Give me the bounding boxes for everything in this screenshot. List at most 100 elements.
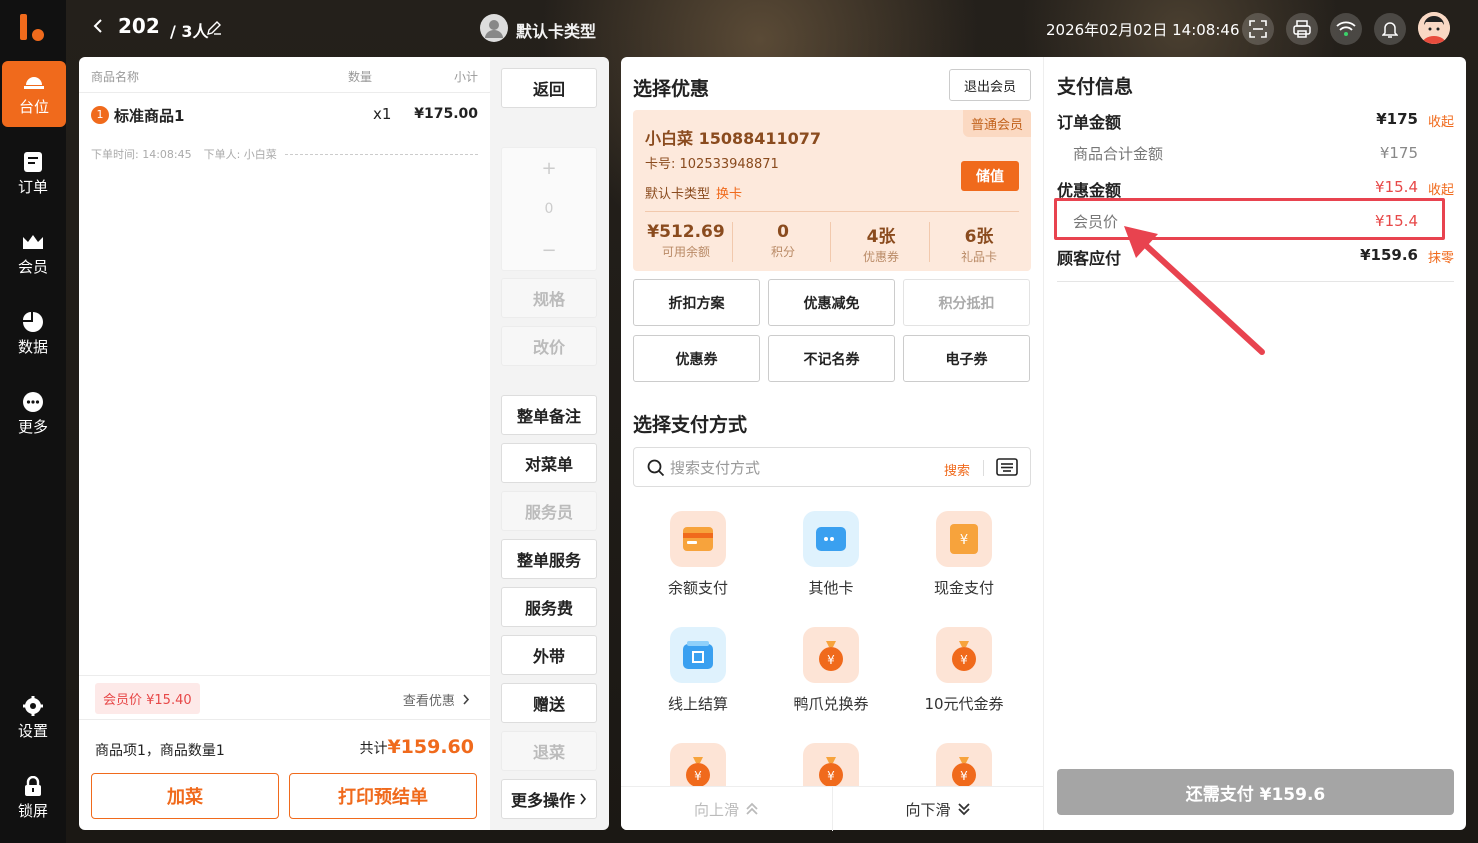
gear-icon — [22, 695, 44, 716]
payment-info-divider — [1057, 281, 1454, 282]
column-subtotal: 小计 — [453, 70, 478, 84]
stat-balance[interactable]: ¥512.69 可用余额 — [637, 222, 735, 260]
change-price-button[interactable]: 改价 — [501, 326, 597, 366]
scroll-controls: 向上滑 向下滑 — [621, 786, 1043, 831]
pay-method-partial[interactable]: ¥ — [766, 743, 896, 787]
pay-method-duck-voucher[interactable]: ¥ 鸭爪兑换券 — [766, 627, 896, 714]
cash-icon: ¥ — [936, 511, 992, 567]
member-name-phone: 小白菜 15088411077 — [645, 129, 822, 148]
pay-method-cash[interactable]: ¥ 现金支付 — [899, 511, 1029, 598]
edit-icon[interactable] — [206, 20, 222, 40]
collapse-order-button[interactable]: 收起 — [1428, 111, 1454, 130]
sidebar-item-label: 更多 — [17, 417, 48, 436]
waiter-button[interactable]: 服务员 — [501, 491, 597, 531]
collapse-discount-button[interactable]: 收起 — [1428, 179, 1454, 198]
stat-coupons[interactable]: 4张 优惠券 — [832, 222, 930, 265]
discount-section-title: 选择优惠 — [633, 78, 710, 100]
stat-points[interactable]: 0 积分 — [734, 222, 832, 260]
add-dish-button[interactable]: 加菜 — [91, 773, 279, 819]
pay-remaining-button[interactable]: 还需支付 ¥159.6 — [1057, 769, 1454, 815]
gift-button[interactable]: 赠送 — [501, 683, 597, 723]
user-avatar[interactable] — [1418, 12, 1450, 44]
member-card-type-row: 默认卡类型 换卡 — [645, 183, 742, 202]
customer-due-row: 顾客应付 ¥159.6 抹零 — [1057, 245, 1454, 268]
discount-plan-button[interactable]: 折扣方案 — [633, 279, 760, 326]
quantity-value: 0 — [544, 201, 554, 217]
order-icon — [22, 151, 44, 172]
scan-icon[interactable] — [1242, 13, 1274, 45]
keyboard-icon[interactable] — [996, 458, 1018, 476]
stat-gift-cards[interactable]: 6张 礼品卡 — [930, 222, 1028, 265]
minus-button[interactable]: − — [502, 230, 596, 271]
view-discount-label: 查看优惠 — [402, 694, 455, 709]
wifi-icon[interactable] — [1330, 13, 1362, 45]
more-ops-button[interactable]: 更多操作 — [501, 779, 597, 819]
exit-member-button[interactable]: 退出会员 — [949, 69, 1031, 101]
chevron-right-icon — [463, 694, 470, 705]
sidebar-item-data[interactable]: 数据 — [0, 301, 66, 367]
spec-button[interactable]: 规格 — [501, 278, 597, 318]
sidebar-item-member[interactable]: 会员 — [0, 221, 66, 287]
print-pre-bill-button[interactable]: 打印预结单 — [289, 773, 477, 819]
bell-icon[interactable] — [1374, 13, 1406, 45]
scroll-down-button[interactable]: 向下滑 — [832, 787, 1043, 831]
stat-value: 4张 — [866, 227, 896, 247]
stat-value: 6张 — [964, 227, 994, 247]
pay-method-partial[interactable]: ¥ — [633, 743, 763, 787]
payment-search-input[interactable] — [670, 457, 930, 479]
whole-service-button[interactable]: 整单服务 — [501, 539, 597, 579]
pie-chart-icon — [22, 311, 44, 332]
payment-search-box: 搜索 — [633, 447, 1031, 487]
svg-text:¥: ¥ — [960, 533, 968, 548]
sidebar-item-settings[interactable]: 设置 — [0, 685, 66, 751]
order-table-header: 商品名称 数量 小计 — [79, 57, 490, 93]
stat-separator — [732, 222, 733, 262]
printer-icon[interactable] — [1286, 13, 1318, 45]
pay-method-other-card[interactable]: 其他卡 — [766, 511, 896, 598]
recharge-button[interactable]: 储值 — [961, 161, 1019, 191]
table-row[interactable]: 1 标准商品1 x1 ¥175.00 — [91, 103, 478, 127]
sidebar-item-order[interactable]: 订单 — [0, 141, 66, 207]
discount-reduce-button[interactable]: 优惠减免 — [768, 279, 895, 326]
check-dishes-button[interactable]: 对菜单 — [501, 443, 597, 483]
table-number: 202 — [118, 14, 160, 38]
takeaway-button[interactable]: 外带 — [501, 635, 597, 675]
money-bag-icon: ¥ — [936, 743, 992, 787]
sidebar-item-more[interactable]: 更多 — [0, 381, 66, 447]
search-button[interactable]: 搜索 — [944, 460, 970, 479]
coupon-button[interactable]: 优惠券 — [633, 335, 760, 382]
sidebar-item-table[interactable]: 台位 — [2, 61, 66, 127]
summary-count: 商品项1，商品数量1 — [95, 743, 225, 759]
crown-icon — [22, 232, 44, 252]
view-discount-link[interactable]: 查看优惠 — [403, 690, 470, 709]
back-button[interactable]: 返回 — [501, 68, 597, 108]
svg-text:¥: ¥ — [827, 769, 835, 783]
pay-method-balance[interactable]: 余额支付 — [633, 511, 763, 598]
service-fee-button[interactable]: 服务费 — [501, 587, 597, 627]
wallet-icon — [670, 511, 726, 567]
sidebar-item-lock[interactable]: 锁屏 — [0, 765, 66, 831]
svg-text:¥: ¥ — [960, 653, 968, 667]
points-deduct-button[interactable]: 积分抵扣 — [903, 279, 1030, 326]
table-icon — [23, 72, 45, 92]
stat-label: 可用余额 — [661, 245, 710, 259]
e-coupon-button[interactable]: 电子券 — [903, 335, 1030, 382]
pay-method-10-voucher[interactable]: ¥ 10元代金券 — [899, 627, 1029, 714]
order-note-button[interactable]: 整单备注 — [501, 395, 597, 435]
bearer-coupon-button[interactable]: 不记名券 — [768, 335, 895, 382]
goods-total-value: ¥175 — [1379, 144, 1418, 162]
sidebar-item-label: 数据 — [17, 337, 48, 356]
scroll-up-button[interactable]: 向上滑 — [621, 787, 832, 831]
plus-button[interactable]: + — [502, 148, 596, 189]
double-chevron-down-icon — [957, 803, 970, 816]
money-bag-icon: ¥ — [803, 743, 859, 787]
round-off-button[interactable]: 抹零 — [1428, 247, 1454, 266]
pay-method-online[interactable]: 线上结算 — [633, 627, 763, 714]
change-card-link[interactable]: 换卡 — [716, 187, 742, 202]
return-dish-button[interactable]: 退菜 — [501, 731, 597, 771]
pay-method-partial[interactable]: ¥ — [899, 743, 1029, 787]
discount-row: 会员价 ¥15.40 查看优惠 — [79, 675, 490, 719]
back-arrow-icon[interactable] — [92, 18, 104, 39]
item-qty: x1 — [373, 105, 392, 123]
sidebar: 台位 订单 会员 数据 更多 设置 锁屏 — [0, 0, 66, 843]
